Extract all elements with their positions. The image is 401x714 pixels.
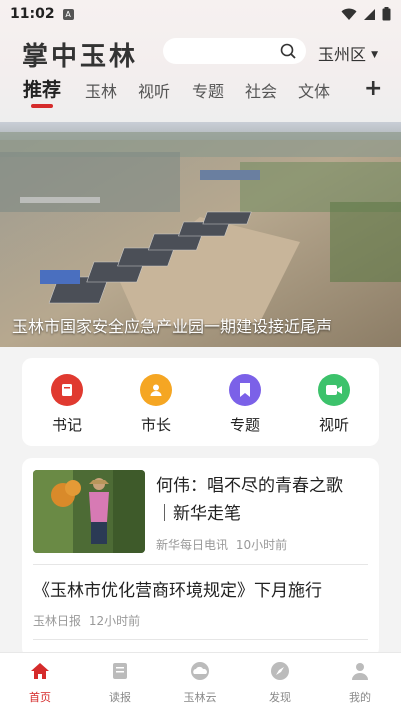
- cloud-icon: [191, 662, 209, 680]
- signal-icon: [364, 8, 375, 20]
- caret-down-icon: ▼: [371, 50, 379, 60]
- quick-link-label: 视听: [318, 416, 349, 434]
- nav-discover[interactable]: 发现: [250, 661, 310, 705]
- nav-newspaper[interactable]: 读报: [90, 661, 150, 705]
- article-title-line: ｜新华走笔: [156, 504, 241, 524]
- tab-topics[interactable]: 专题: [192, 78, 224, 102]
- nav-cloud[interactable]: 玉林云: [170, 661, 230, 705]
- quick-link-audiovisual[interactable]: 视听: [304, 374, 364, 435]
- nav-label: 首页: [29, 691, 51, 704]
- banner-caption: 玉林市国家安全应急产业园一期建设接近尾声: [12, 317, 333, 336]
- divider: [33, 639, 368, 640]
- tab-yulin[interactable]: 玉林: [85, 78, 117, 102]
- home-icon: [31, 663, 49, 679]
- sim-icon: A: [62, 8, 74, 20]
- nav-label: 发现: [269, 691, 291, 704]
- quick-link-secretary[interactable]: 书记: [37, 374, 97, 435]
- divider: [33, 564, 368, 565]
- tab-audiovisual[interactable]: 视听: [138, 78, 170, 102]
- quick-links-card: 书记 市长 专题 视听: [22, 358, 379, 446]
- person-icon: [140, 374, 172, 406]
- article-time: 12小时前: [88, 614, 141, 628]
- nav-label: 玉林云: [183, 691, 217, 704]
- article-thumbnail[interactable]: [33, 470, 145, 553]
- region-selector[interactable]: 玉州区 ▼: [318, 41, 378, 65]
- article-title[interactable]: 《玉林市优化营商环境规定》下月施行: [33, 576, 322, 601]
- article-source: 玉林日报: [33, 614, 82, 628]
- battery-icon: [382, 7, 391, 21]
- add-channel-icon[interactable]: +: [364, 76, 382, 101]
- article-meta: 新华每日电讯 10小时前: [156, 536, 287, 553]
- wifi-icon: [341, 8, 357, 20]
- banner-carousel[interactable]: 玉林市国家安全应急产业园一期建设接近尾声: [0, 122, 401, 347]
- news-feed: 何伟：唱不尽的青春之歌 ｜新华走笔 新华每日电讯 10小时前 《玉林市优化营商环…: [22, 458, 379, 658]
- video-icon: [318, 374, 350, 406]
- search-icon[interactable]: [280, 43, 296, 59]
- status-bar: 11:02 A: [0, 0, 401, 28]
- nav-label: 我的: [349, 691, 371, 704]
- article-title[interactable]: 何伟：唱不尽的青春之歌 ｜新华走笔: [156, 472, 371, 528]
- quick-link-topics[interactable]: 专题: [215, 374, 275, 435]
- quick-link-label: 书记: [51, 416, 82, 434]
- quick-link-mayor[interactable]: 市长: [126, 374, 186, 435]
- nav-home[interactable]: 首页: [10, 661, 70, 705]
- newspaper-icon: [113, 663, 127, 679]
- search-input[interactable]: [163, 38, 306, 64]
- region-label: 玉州区: [318, 45, 367, 64]
- compass-icon: [271, 662, 289, 680]
- article-source: 新华每日电讯: [156, 538, 229, 552]
- quick-link-label: 市长: [140, 416, 171, 434]
- article-title-line: 何伟：唱不尽的青春之歌: [156, 476, 343, 496]
- article-meta: 玉林日报 12小时前: [33, 612, 140, 629]
- app-logo: 掌中玉林: [22, 42, 139, 72]
- active-tab-indicator: [31, 104, 53, 108]
- bookmark-icon: [229, 374, 261, 406]
- channel-tabs: 推荐 玉林 视听 专题 社会 文体 +: [0, 74, 401, 114]
- status-time: 11:02: [10, 6, 55, 22]
- tab-society[interactable]: 社会: [245, 78, 277, 102]
- quick-link-label: 专题: [229, 416, 260, 434]
- nav-profile[interactable]: 我的: [330, 661, 390, 705]
- tab-recommend[interactable]: 推荐: [23, 75, 61, 102]
- tab-culture-sports[interactable]: 文体: [298, 78, 330, 102]
- nav-label: 读报: [109, 691, 131, 704]
- user-icon: [352, 663, 368, 680]
- article-time: 10小时前: [235, 538, 288, 552]
- notebook-icon: [51, 374, 83, 406]
- bottom-nav: 首页 读报 玉林云 发现 我的: [0, 652, 401, 714]
